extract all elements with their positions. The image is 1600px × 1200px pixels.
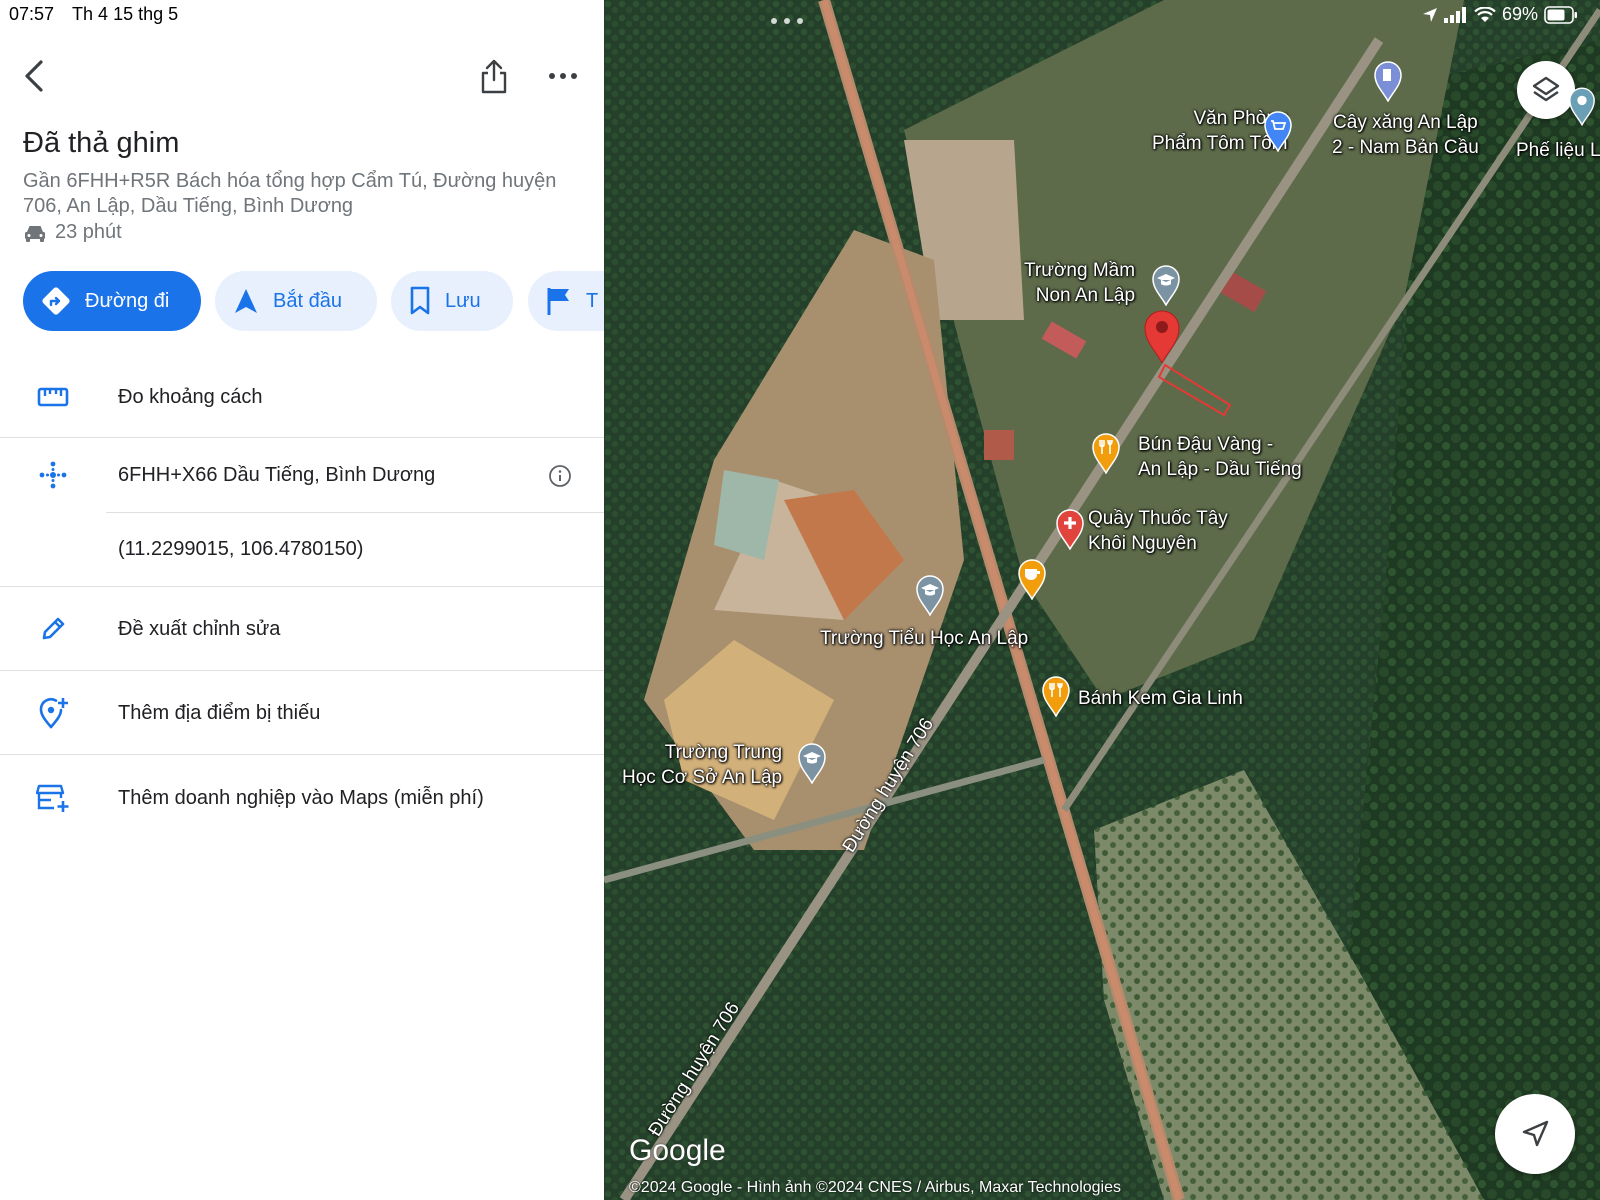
- poi-truong-mam-non-label: Trường Mầm Non An Lập: [1024, 260, 1136, 306]
- save-button[interactable]: Lưu: [391, 271, 513, 331]
- multitask-indicator: [770, 12, 804, 30]
- poi-truong-thcs[interactable]: Trường Trung Học Cơ Sở An Lập: [622, 740, 782, 790]
- plus-code-icon: [39, 461, 67, 489]
- measure-distance-label: Đo khoảng cách: [118, 385, 263, 408]
- plus-code-label: 6FHH+X66 Dầu Tiếng, Bình Dương: [118, 463, 436, 486]
- pharmacy-marker-icon[interactable]: [1054, 508, 1086, 550]
- battery-icon: [1544, 5, 1578, 24]
- flag-icon: [547, 288, 569, 315]
- directions-icon: [42, 287, 70, 315]
- drive-time: 23 phút: [23, 221, 122, 244]
- recycling-marker-icon[interactable]: [1567, 86, 1597, 126]
- poi-truong-thcs-label: Trường Trung Học Cơ Sở An Lập: [622, 742, 783, 788]
- chevron-left-icon: [25, 60, 43, 92]
- suggest-edit-row[interactable]: Đề xuất chỉnh sửa: [0, 597, 604, 661]
- my-location-button[interactable]: [1495, 1094, 1575, 1174]
- info-button[interactable]: [548, 464, 572, 488]
- poi-quay-thuoc[interactable]: Quầy Thuốc Tây Khôi Nguyên: [1088, 506, 1228, 556]
- poi-bun-dau-vang[interactable]: Bún Đậu Vàng - An Lập - Dầu Tiếng: [1138, 432, 1302, 482]
- car-icon: [25, 225, 45, 242]
- location-arrow-icon: [1423, 7, 1437, 22]
- school-marker-icon[interactable]: [1150, 264, 1182, 306]
- label-button-text: T: [586, 289, 599, 312]
- poi-truong-mam-non[interactable]: Trường Mầm Non An Lập: [1024, 258, 1135, 308]
- poi-bun-dau-vang-label: Bún Đậu Vàng - An Lập - Dầu Tiếng: [1138, 434, 1302, 480]
- divider: [0, 754, 604, 755]
- more-options-button[interactable]: [543, 56, 583, 96]
- save-label: Lưu: [445, 289, 481, 312]
- dropped-pin-icon[interactable]: [1142, 308, 1182, 364]
- poi-cay-xang[interactable]: Cây xăng An Lập 2 - Nam Bản Cầu: [1332, 110, 1479, 160]
- label-button[interactable]: T: [528, 271, 604, 331]
- drive-time-text: 23 phút: [55, 221, 122, 243]
- cafe-marker-icon[interactable]: [1016, 558, 1048, 600]
- poi-phe-lieu[interactable]: Phế liệu L: [1516, 138, 1600, 163]
- school-marker-icon[interactable]: [914, 574, 946, 616]
- poi-truong-tieu-hoc[interactable]: Trường Tiểu Học An Lập: [820, 626, 1028, 651]
- restaurant-marker-icon[interactable]: [1090, 432, 1122, 474]
- bookmark-icon: [410, 286, 430, 315]
- suggest-edit-label: Đề xuất chỉnh sửa: [118, 617, 281, 640]
- more-horizontal-icon: [549, 73, 577, 79]
- wifi-icon: [1474, 6, 1496, 22]
- divider: [0, 670, 604, 671]
- shopping-cart-marker-icon[interactable]: [1262, 110, 1294, 152]
- add-missing-place-row[interactable]: Thêm địa điểm bị thiếu: [0, 681, 604, 745]
- add-business-icon: [36, 784, 69, 812]
- directions-label: Đường đi: [85, 289, 170, 312]
- divider: [0, 437, 604, 438]
- status-date: Th 4 15 thg 5: [72, 4, 179, 24]
- coordinates-label: (11.2299015, 106.4780150): [118, 537, 364, 560]
- status-bar: 07:57 Th 4 15 thg 5: [9, 4, 196, 25]
- plus-code-row[interactable]: 6FHH+X66 Dầu Tiếng, Bình Dương: [0, 443, 604, 507]
- layers-icon: [1532, 76, 1560, 102]
- google-logo: Google: [629, 1134, 726, 1167]
- poi-banh-kem-gia-linh-label: Bánh Kem Gia Linh: [1078, 688, 1243, 709]
- cellular-signal-icon: [1444, 6, 1466, 23]
- ruler-icon: [37, 387, 69, 407]
- gas-station-marker-icon[interactable]: [1372, 60, 1404, 102]
- back-button[interactable]: [14, 56, 54, 96]
- add-missing-place-label: Thêm địa điểm bị thiếu: [118, 701, 321, 724]
- poi-quay-thuoc-label: Quầy Thuốc Tây Khôi Nguyên: [1088, 508, 1228, 554]
- start-button[interactable]: Bắt đầu: [215, 271, 377, 331]
- school-marker-icon[interactable]: [796, 742, 828, 784]
- place-address: Gần 6FHH+R5R Bách hóa tổng hợp Cẩm Tú, Đ…: [23, 170, 557, 217]
- poi-phe-lieu-label: Phế liệu L: [1516, 140, 1600, 161]
- directions-button[interactable]: Đường đi: [23, 271, 201, 331]
- coordinates-row[interactable]: (11.2299015, 106.4780150): [0, 517, 604, 581]
- share-icon: [481, 59, 507, 94]
- pencil-icon: [42, 617, 65, 640]
- restaurant-marker-icon[interactable]: [1040, 675, 1072, 717]
- place-title: Đã thả ghim: [23, 127, 180, 159]
- place-details-panel: 07:57 Th 4 15 thg 5 Đã thả ghim Gần 6FHH+…: [0, 0, 604, 1200]
- share-button[interactable]: [474, 56, 514, 96]
- status-time: 07:57: [9, 4, 55, 24]
- poi-cay-xang-label: Cây xăng An Lập 2 - Nam Bản Cầu: [1332, 112, 1479, 158]
- info-icon: [549, 465, 571, 487]
- measure-distance-row[interactable]: Đo khoảng cách: [0, 365, 604, 429]
- battery-percent: 69%: [1502, 4, 1539, 24]
- navigation-arrow-icon: [1522, 1120, 1549, 1147]
- divider: [106, 512, 604, 513]
- start-label: Bắt đầu: [273, 289, 342, 312]
- add-location-icon: [39, 697, 68, 729]
- action-chips: Đường đi Bắt đầu Lưu T: [23, 271, 604, 331]
- satellite-map[interactable]: 69% Văn Phòng Phẩm Tôm Tôm Cây xăng An L…: [604, 0, 1600, 1200]
- divider: [0, 586, 604, 587]
- satellite-imagery: [604, 0, 1600, 1200]
- poi-banh-kem-gia-linh[interactable]: Bánh Kem Gia Linh: [1078, 686, 1243, 711]
- map-attribution: ©2024 Google - Hình ảnh ©2024 CNES / Air…: [629, 1179, 1122, 1196]
- navigation-arrow-icon: [235, 289, 257, 313]
- add-business-row[interactable]: Thêm doanh nghiệp vào Maps (miễn phí): [0, 766, 604, 830]
- poi-truong-tieu-hoc-label: Trường Tiểu Học An Lập: [820, 628, 1029, 649]
- status-icons: 69%: [1422, 4, 1578, 25]
- add-business-label: Thêm doanh nghiệp vào Maps (miễn phí): [118, 786, 484, 809]
